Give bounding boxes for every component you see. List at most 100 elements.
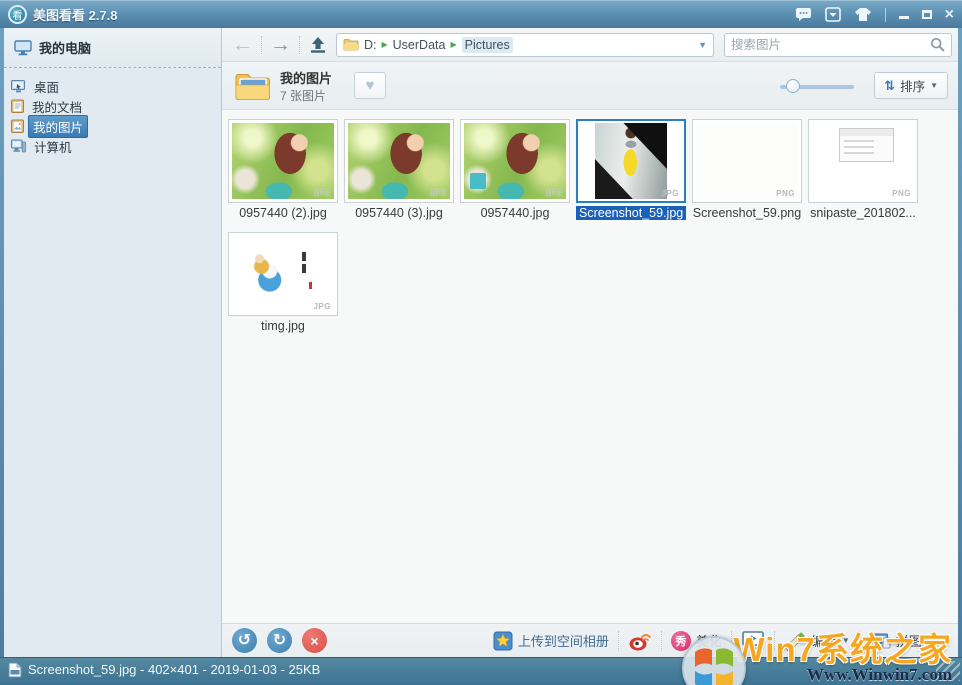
thumbnail-filename: timg.jpg: [261, 319, 305, 333]
address-folder-icon: [343, 38, 359, 51]
format-badge: JPG: [545, 189, 563, 198]
thumbnail-area: JPG 0957440 (2).jpg JPG 0957440 (3).jpg …: [222, 110, 958, 623]
collage-label: 拼图: [895, 634, 922, 649]
desktop-icon: [11, 79, 26, 93]
sidebar-item-computer[interactable]: 计算机: [11, 136, 221, 156]
zoom-slider[interactable]: [780, 78, 855, 93]
thumbnail-item[interactable]: JPG 0957440 (2).jpg: [228, 119, 338, 220]
format-badge: PNG: [892, 189, 911, 198]
back-button[interactable]: ←: [232, 34, 253, 55]
sidebar-list: 桌面 我的文档 我的图片 计算机: [4, 68, 221, 156]
window-title: 美图看看 2.7.8: [33, 8, 118, 23]
collage-icon: [869, 633, 891, 648]
app-window: 看 美图看看 2.7.8 × 我的电脑 桌面 我的文档 我的图片 计算机 ← →…: [0, 0, 962, 685]
thumbnail-item[interactable]: PNG snipaste_201802...: [808, 119, 918, 220]
format-badge: PNG: [776, 189, 795, 198]
menu-icon[interactable]: [824, 7, 841, 22]
status-bar: Screenshot_59.jpg - 402×401 - 2019-01-03…: [0, 657, 962, 685]
computer-icon: [11, 139, 26, 153]
search-box: [724, 32, 952, 57]
collage-button[interactable]: 拼图: [869, 631, 922, 651]
thumbnail-filename: 0957440 (2).jpg: [239, 206, 327, 220]
heart-icon: ♥: [365, 77, 375, 94]
app-logo-icon: 看: [8, 5, 27, 24]
favorite-button[interactable]: ♥: [354, 72, 387, 99]
titlebar: 看 美图看看 2.7.8 ×: [0, 0, 962, 28]
sort-label: 排序: [900, 80, 926, 94]
breadcrumb-folder-current[interactable]: Pictures: [461, 36, 513, 53]
xiu-icon: 秀: [670, 630, 691, 651]
skin-icon[interactable]: [854, 7, 872, 22]
folder-title: 我的图片: [280, 70, 333, 86]
sidebar-item-documents[interactable]: 我的文档: [11, 96, 221, 116]
sidebar-item-desktop[interactable]: 桌面: [11, 76, 221, 96]
sort-icon: ⇅: [884, 77, 896, 93]
folder-count: 7 张图片: [280, 88, 327, 103]
breadcrumb-drive[interactable]: D:: [364, 38, 377, 52]
main-panel: ← → D: ▶ UserData ▶ Pictures ▼ 搜索图片 我的图片…: [222, 28, 958, 657]
rotate-left-button[interactable]: ↺: [232, 628, 257, 653]
sidebar-item-label: 桌面: [34, 80, 60, 95]
delete-button[interactable]: ×: [302, 628, 327, 653]
documents-icon: [11, 99, 24, 113]
sidebar-item-label: 我的图片: [28, 114, 89, 138]
beautify-button[interactable]: 秀 美化: [670, 630, 722, 651]
breadcrumb-separator-icon: ▶: [381, 40, 388, 49]
thumbnail-filename: Screenshot_59.jpg: [576, 206, 687, 220]
jpg-file-icon: [8, 661, 22, 678]
close-button[interactable]: ×: [945, 6, 954, 23]
search-input[interactable]: [731, 37, 930, 52]
my-computer-icon: [14, 39, 32, 56]
up-folder-button[interactable]: [308, 36, 328, 54]
thumbnail-item[interactable]: JPG 0957440.jpg: [460, 119, 570, 220]
sort-caret-icon: ▼: [930, 81, 938, 90]
maximize-button[interactable]: [921, 10, 932, 19]
folder-header: 我的图片 7 张图片 ♥ ⇅ 排序 ▼: [222, 62, 958, 110]
feedback-icon[interactable]: [795, 7, 812, 22]
resize-grip[interactable]: [936, 661, 960, 681]
add-button[interactable]: +: [935, 628, 950, 654]
rotate-right-button[interactable]: ↻: [267, 628, 292, 653]
bottom-toolbar: ↺ ↻ × 上传到空间相册 秀 美化 编辑 ▼ 拼图 +: [222, 623, 958, 657]
upload-label: 上传到空间相册: [517, 634, 609, 649]
forward-button[interactable]: →: [270, 34, 291, 55]
thumbnail-filename: snipaste_201802...: [810, 206, 916, 220]
format-badge: JPG: [313, 189, 331, 198]
beautify-label: 美化: [695, 634, 722, 649]
thumbnail-item[interactable]: JPG timg.jpg: [228, 232, 338, 333]
thumbnail-grid: JPG 0957440 (2).jpg JPG 0957440 (3).jpg …: [228, 119, 958, 345]
edit-label: 编辑: [810, 634, 837, 649]
sidebar-item-label: 我的文档: [32, 100, 83, 115]
titlebar-separator: [884, 7, 886, 22]
edit-icon: [785, 632, 805, 651]
thumbnail-filename: 0957440.jpg: [480, 206, 550, 220]
thumbnail-item[interactable]: PNG Screenshot_59.png: [692, 119, 802, 220]
sidebar-header-label: 我的电脑: [39, 41, 92, 56]
pictures-icon: [11, 119, 24, 133]
format-badge: JPG: [661, 189, 679, 198]
weibo-button[interactable]: [628, 630, 652, 652]
address-bar[interactable]: D: ▶ UserData ▶ Pictures ▼: [336, 32, 714, 57]
breadcrumb-separator-icon: ▶: [450, 40, 457, 49]
folder-icon: [234, 70, 272, 102]
navigation-bar: ← → D: ▶ UserData ▶ Pictures ▼: [222, 28, 958, 62]
format-badge: JPG: [429, 189, 447, 198]
sidebar-header: 我的电脑: [4, 28, 221, 68]
sort-button[interactable]: ⇅ 排序 ▼: [874, 72, 948, 99]
slideshow-button[interactable]: [741, 630, 765, 652]
overlay-badge: [470, 173, 486, 189]
thumbnail-item[interactable]: JPG 0957440 (3).jpg: [344, 119, 454, 220]
search-icon[interactable]: [930, 37, 945, 52]
breadcrumb-folder[interactable]: UserData: [393, 38, 446, 52]
thumbnail-item-selected[interactable]: JPG Screenshot_59.jpg: [576, 119, 687, 220]
thumbnail-filename: 0957440 (3).jpg: [355, 206, 443, 220]
edit-caret-icon: ▼: [841, 636, 850, 645]
address-dropdown-icon[interactable]: ▼: [698, 40, 707, 50]
slider-thumb[interactable]: [786, 78, 801, 93]
minimize-button[interactable]: [898, 11, 909, 19]
qzone-icon: [493, 631, 513, 650]
upload-qzone-button[interactable]: 上传到空间相册: [493, 631, 609, 651]
sidebar-item-pictures[interactable]: 我的图片: [11, 114, 221, 138]
sidebar: 我的电脑 桌面 我的文档 我的图片 计算机: [4, 28, 222, 657]
edit-button[interactable]: 编辑 ▼: [784, 631, 850, 651]
